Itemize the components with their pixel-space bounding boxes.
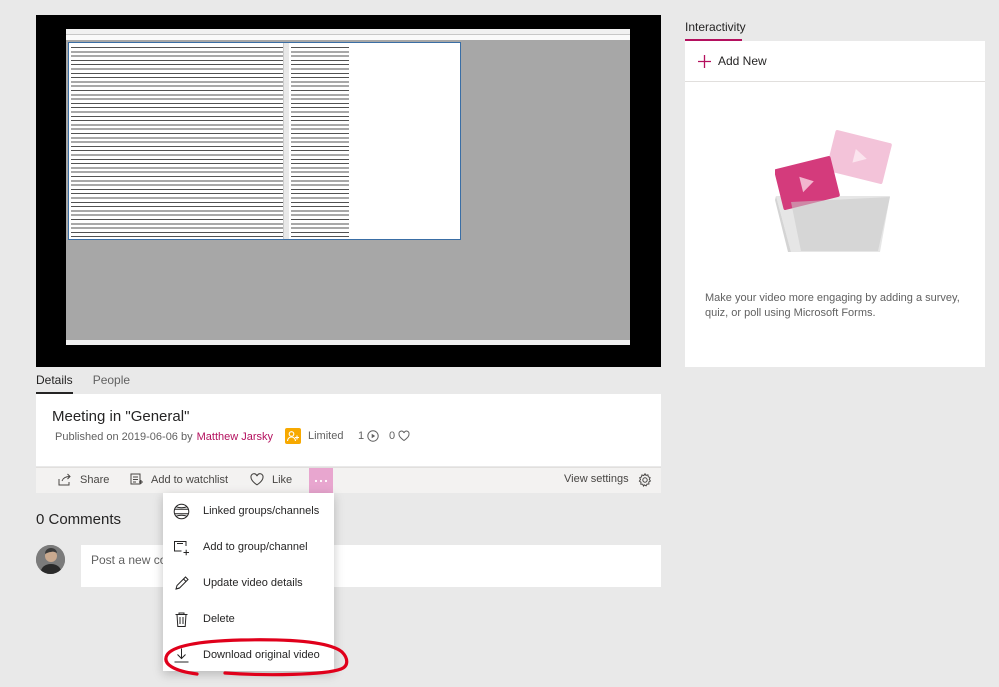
menu-item-label: Add to group/channel	[203, 541, 308, 553]
menu-item-label: Linked groups/channels	[203, 505, 320, 517]
trash-icon	[175, 612, 188, 627]
interactivity-title[interactable]: Interactivity	[685, 20, 746, 34]
view-settings-label: View settings	[564, 473, 629, 485]
menu-item-label: Update video details	[203, 577, 303, 589]
comments-count-heading: 0 Comments	[36, 511, 122, 528]
view-settings-button[interactable]: View settings	[564, 473, 629, 485]
interactivity-panel: Add New Make your video more engaging by…	[685, 41, 985, 367]
limited-icon	[285, 428, 301, 444]
likes-value: 0	[389, 430, 396, 442]
forms-video-illustration	[775, 130, 892, 252]
menu-item-linked-groups[interactable]: Linked groups/channels	[163, 493, 334, 529]
heart-icon	[398, 430, 410, 442]
tab-people[interactable]: People	[93, 370, 130, 394]
gear-icon	[638, 473, 652, 487]
heart-outline-icon	[250, 473, 264, 486]
more-options-button[interactable]	[309, 468, 333, 494]
add-to-watchlist-button[interactable]: Add to watchlist	[130, 473, 228, 486]
pencil-icon	[175, 575, 189, 590]
views-count: 1	[358, 430, 379, 442]
published-meta: Published on 2019-06-06 by Matthew Jarsk…	[55, 431, 273, 443]
video-frame	[66, 29, 630, 345]
likes-count: 0	[389, 430, 410, 442]
video-frame-text-lines-secondary	[291, 45, 349, 237]
menu-item-update-details[interactable]: Update video details	[163, 565, 334, 601]
published-date: Published on 2019-06-06 by	[55, 431, 193, 443]
author-link[interactable]: Matthew Jarsky	[197, 431, 273, 443]
views-value: 1	[358, 430, 365, 442]
visibility-label: Limited	[308, 430, 344, 442]
share-label: Share	[80, 473, 110, 486]
menu-item-download-original[interactable]: Download original video	[163, 637, 334, 673]
share-icon	[58, 473, 71, 486]
more-options-menu: Linked groups/channels Add to group/chan…	[163, 493, 334, 671]
like-button[interactable]: Like	[250, 473, 292, 486]
ellipsis-icon	[314, 479, 328, 483]
add-new-label: Add New	[718, 54, 767, 68]
settings-gear-button[interactable]	[638, 473, 660, 487]
video-frame-scrollbar	[283, 43, 289, 239]
share-button[interactable]: Share	[58, 473, 109, 486]
video-frame-window	[68, 42, 461, 240]
play-circle-icon	[367, 430, 379, 442]
video-title: Meeting in "General"	[52, 408, 190, 425]
watchlist-icon	[130, 473, 143, 485]
avatar	[36, 545, 65, 574]
menu-item-delete[interactable]: Delete	[163, 601, 334, 637]
menu-item-add-to-group[interactable]: Add to group/channel	[163, 529, 334, 565]
like-label: Like	[272, 473, 293, 486]
menu-item-label: Download original video	[203, 649, 320, 661]
video-frame-statusbar	[66, 340, 630, 345]
globe-icon	[173, 503, 190, 519]
video-frame-menubar	[66, 35, 630, 40]
video-details-card: Meeting in "General" Published on 2019-0…	[36, 394, 661, 466]
interactivity-description: Make your video more engaging by adding …	[705, 292, 960, 319]
detail-tabs: Details People	[36, 370, 130, 394]
visibility-status: Limited	[285, 428, 343, 444]
add-to-group-icon	[174, 540, 189, 555]
watchlist-label: Add to watchlist	[151, 473, 229, 486]
add-new-button[interactable]: Add New	[685, 41, 985, 82]
menu-item-label: Delete	[203, 613, 235, 625]
tab-details[interactable]: Details	[36, 370, 73, 394]
video-player[interactable]	[36, 15, 661, 367]
plus-icon	[698, 54, 711, 68]
video-action-bar: Share Add to watchlist Like View setting…	[36, 467, 661, 494]
download-icon	[174, 648, 189, 662]
video-frame-text-lines	[71, 45, 283, 237]
